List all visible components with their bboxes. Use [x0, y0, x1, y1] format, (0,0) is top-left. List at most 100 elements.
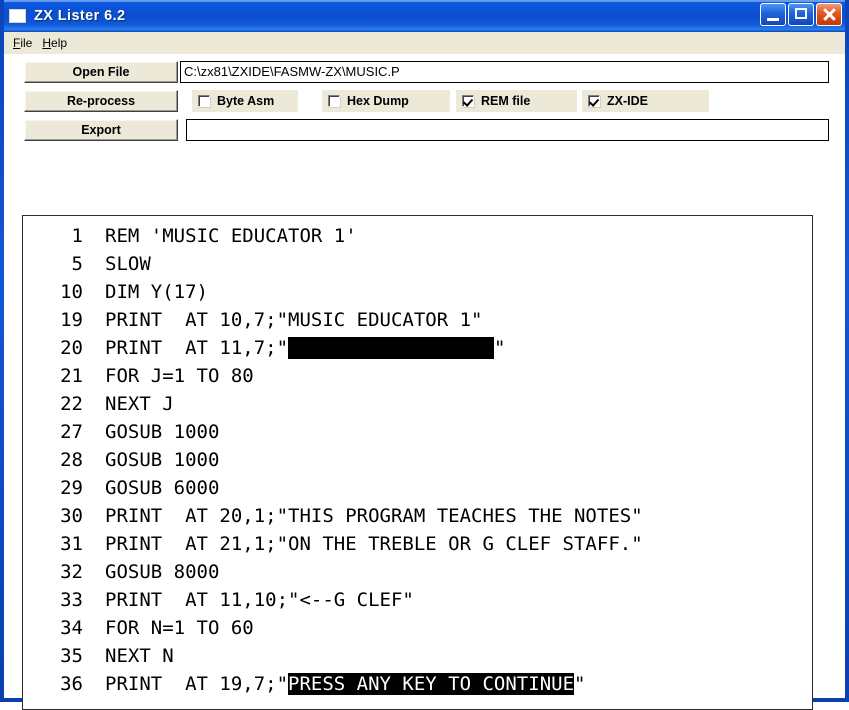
window-title: ZX Lister 6.2 — [34, 8, 126, 24]
listing-line-text: REM 'MUSIC EDUCATOR 1' — [83, 222, 357, 250]
listing-line-number: 32 — [60, 561, 83, 583]
menu-help-rest: elp — [51, 36, 68, 50]
code-span: NEXT J — [105, 393, 174, 415]
listing-line: 30 PRINT AT 20,1;"THIS PROGRAM TEACHES TH… — [23, 502, 812, 530]
listing-line: 10 DIM Y(17) — [23, 278, 812, 306]
listing-line-text: PRINT AT 11,7;" " — [83, 334, 505, 362]
listing-line: 20 PRINT AT 11,7;" " — [23, 334, 812, 362]
listing-line: 22 NEXT J — [23, 390, 812, 418]
listing-line-number: 30 — [60, 505, 83, 527]
listing-line: 33 PRINT AT 11,10;"<--G CLEF" — [23, 586, 812, 614]
listing-line-number: 19 — [60, 309, 83, 331]
listing-line-number: 5 — [71, 253, 83, 275]
listing-line-text: SLOW — [83, 250, 151, 278]
code-span: GOSUB 6000 — [105, 477, 220, 499]
checkbox-hex-dump-box[interactable] — [328, 95, 340, 107]
listing-line: 29 GOSUB 6000 — [23, 474, 812, 502]
checkbox-zx-ide-label: ZX-IDE — [607, 94, 648, 108]
listing-line-text: PRINT AT 20,1;"THIS PROGRAM TEACHES THE … — [83, 502, 643, 530]
listing-line-number: 20 — [60, 337, 83, 359]
code-span: PRINT AT 10,7;"MUSIC EDUCATOR 1" — [105, 309, 483, 331]
listing-line-number: 22 — [60, 393, 83, 415]
code-span: NEXT N — [105, 645, 174, 667]
code-span: PRINT AT 11,10;"<--G CLEF" — [105, 589, 414, 611]
code-span: DIM Y(17) — [105, 281, 208, 303]
listing-line: 21 FOR J=1 TO 80 — [23, 362, 812, 390]
client-area: File Help Open File C:\zx81\ZXIDE\FASMW-… — [4, 32, 845, 710]
listing-line-text: GOSUB 1000 — [83, 418, 219, 446]
listing-line: 32 GOSUB 8000 — [23, 558, 812, 586]
menu-file-rest: ile — [20, 36, 33, 50]
listing-line-text: FOR J=1 TO 80 — [83, 362, 254, 390]
code-span: SLOW — [105, 253, 151, 275]
checkbox-rem-file-box[interactable] — [462, 95, 474, 107]
listing-line-text: PRINT AT 21,1;"ON THE TREBLE OR G CLEF S… — [83, 530, 643, 558]
listing-line-number: 33 — [60, 589, 83, 611]
listing-line-text: NEXT J — [83, 390, 174, 418]
checkbox-rem-file-label: REM file — [481, 94, 531, 108]
close-icon[interactable] — [816, 3, 842, 26]
listing-line: 28 GOSUB 1000 — [23, 446, 812, 474]
code-span: " — [574, 673, 586, 695]
listing-line-text: FOR N=1 TO 60 — [83, 614, 254, 642]
code-span: FOR J=1 TO 80 — [105, 365, 254, 387]
code-span: PRINT AT 20,1;"THIS PROGRAM TEACHES THE … — [105, 505, 643, 527]
reprocess-button[interactable]: Re-process — [24, 90, 178, 112]
listing-line-number: 1 — [71, 225, 83, 247]
listing-line: 34 FOR N=1 TO 60 — [23, 614, 812, 642]
listing-line-number: 28 — [60, 449, 83, 471]
maximize-icon[interactable] — [788, 3, 814, 26]
code-span: " — [493, 337, 506, 359]
code-span: PRINT AT 19,7;" — [105, 673, 289, 695]
listing-line-number: 21 — [60, 365, 83, 387]
listing-line-text: NEXT N — [83, 642, 174, 670]
listing-line: 5 SLOW — [23, 250, 812, 278]
code-span: FOR N=1 TO 60 — [105, 617, 254, 639]
file-path-input[interactable]: C:\zx81\ZXIDE\FASMW-ZX\MUSIC.P — [180, 61, 829, 83]
checkbox-zx-ide[interactable]: ZX-IDE — [582, 90, 709, 112]
export-button[interactable]: Export — [24, 119, 178, 141]
menu-item-file[interactable]: File — [11, 35, 40, 51]
code-span: GOSUB 1000 — [105, 449, 220, 471]
listing-line-text: DIM Y(17) — [83, 278, 208, 306]
checkbox-zx-ide-box[interactable] — [588, 95, 600, 107]
listing-line-number: 35 — [60, 645, 83, 667]
inverse-video-span: PRESS ANY KEY TO CONTINUE — [288, 673, 575, 695]
listing-line-text: GOSUB 1000 — [83, 446, 219, 474]
listing-line-text: PRINT AT 19,7;"PRESS ANY KEY TO CONTINUE… — [83, 670, 585, 698]
code-span: REM 'MUSIC EDUCATOR 1' — [105, 225, 357, 247]
listing-line-number: 34 — [60, 617, 83, 639]
export-path-input[interactable] — [186, 119, 829, 141]
checkbox-byte-asm-box[interactable] — [198, 95, 210, 107]
code-span: PRINT AT 11,7;" — [105, 337, 289, 359]
listing-line-number: 10 — [60, 281, 83, 303]
listing-line-number: 27 — [60, 421, 83, 443]
app-window-icon — [9, 9, 26, 23]
checkbox-rem-file[interactable]: REM file — [456, 90, 577, 112]
menu-help-mnemonic: H — [42, 36, 52, 50]
listing-line-number: 36 — [60, 673, 83, 695]
code-span: GOSUB 8000 — [105, 561, 220, 583]
code-span: PRINT AT 21,1;"ON THE TREBLE OR G CLEF S… — [105, 533, 643, 555]
listing-line: 27 GOSUB 1000 — [23, 418, 812, 446]
minimize-icon[interactable] — [760, 3, 786, 26]
checkbox-hex-dump[interactable]: Hex Dump — [322, 90, 450, 112]
listing-line-text: GOSUB 8000 — [83, 558, 219, 586]
listing-line: 19 PRINT AT 10,7;"MUSIC EDUCATOR 1" — [23, 306, 812, 334]
listing-line: 1 REM 'MUSIC EDUCATOR 1' — [23, 222, 812, 250]
open-file-button[interactable]: Open File — [24, 61, 178, 83]
listing-line-number: 31 — [60, 533, 83, 555]
listing-panel[interactable]: 1 REM 'MUSIC EDUCATOR 1' 5 SLOW 10 DIM Y(17) 1… — [22, 215, 813, 710]
listing-line-number: 29 — [60, 477, 83, 499]
toolbar-region: Open File C:\zx81\ZXIDE\FASMW-ZX\MUSIC.P… — [4, 54, 845, 146]
inverse-video-span — [288, 337, 494, 359]
checkbox-hex-dump-label: Hex Dump — [347, 94, 409, 108]
listing-line-text: GOSUB 6000 — [83, 474, 219, 502]
checkbox-byte-asm[interactable]: Byte Asm — [192, 90, 298, 112]
listing-line: 31 PRINT AT 21,1;"ON THE TREBLE OR G CLEF… — [23, 530, 812, 558]
listing-line-text: PRINT AT 10,7;"MUSIC EDUCATOR 1" — [83, 306, 483, 334]
listing-line: 36 PRINT AT 19,7;"PRESS ANY KEY TO CONTIN… — [23, 670, 812, 698]
menu-item-help[interactable]: Help — [40, 35, 75, 51]
caption-button-group — [760, 3, 842, 26]
title-bar[interactable]: ZX Lister 6.2 — [4, 0, 845, 32]
